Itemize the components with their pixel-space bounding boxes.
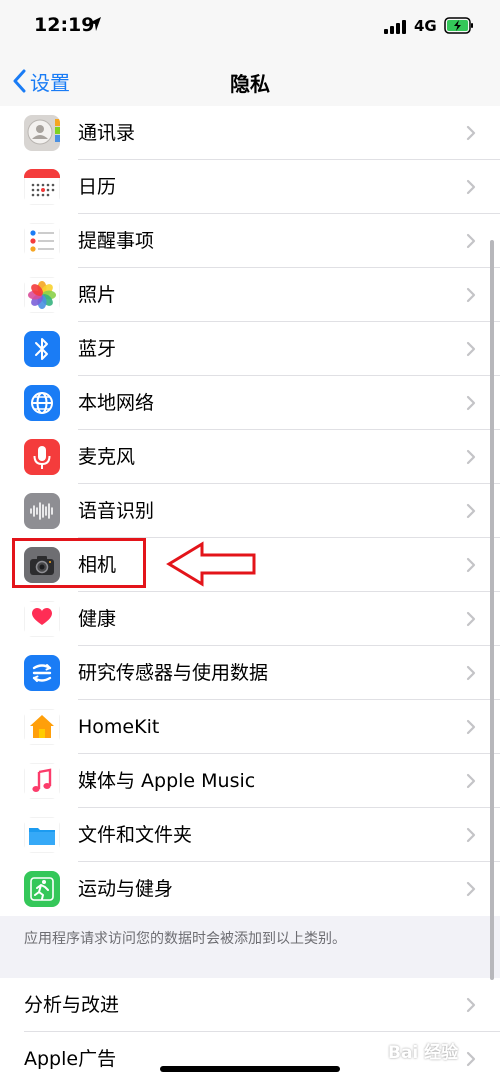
section-footer-note: 应用程序请求访问您的数据时会被添加到以上类别。 (24, 931, 346, 947)
list-item-speech-recognition[interactable]: 语音识别 (0, 484, 500, 538)
chevron-right-icon (466, 179, 476, 195)
item-label: 本地网络 (78, 392, 155, 414)
running-figure-icon (24, 871, 60, 907)
chevron-right-icon (466, 1051, 476, 1067)
list-item-homekit[interactable]: HomeKit (0, 700, 500, 754)
list-item-bluetooth[interactable]: 蓝牙 (0, 322, 500, 376)
reminders-icon (24, 223, 60, 259)
scrollbar[interactable] (490, 240, 494, 980)
signal-icon (384, 20, 406, 34)
item-label: HomeKit (78, 716, 160, 738)
watermark: Bai 经验 (388, 1043, 459, 1063)
item-label: 健康 (78, 608, 117, 630)
chevron-right-icon (466, 881, 476, 897)
chevron-right-icon (466, 611, 476, 627)
chevron-right-icon (466, 503, 476, 519)
home-indicator[interactable] (160, 1066, 340, 1072)
photos-icon (24, 277, 60, 313)
item-label: 照片 (78, 284, 117, 306)
list-item-files[interactable]: 文件和文件夹 (0, 808, 500, 862)
list-item-local-network[interactable]: 本地网络 (0, 376, 500, 430)
item-label: 分析与改进 (24, 994, 120, 1016)
chevron-right-icon (466, 665, 476, 681)
list-item-reminders[interactable]: 提醒事项 (0, 214, 500, 268)
chevron-right-icon (466, 449, 476, 465)
chevron-right-icon (466, 719, 476, 735)
status-bar: 12:19 4G (0, 0, 500, 56)
list-item-apple-music[interactable]: 媒体与 Apple Music (0, 754, 500, 808)
item-label: 运动与健身 (78, 878, 174, 900)
chevron-right-icon (466, 233, 476, 249)
list-item-fitness[interactable]: 运动与健身 (0, 862, 500, 916)
chevron-right-icon (466, 557, 476, 573)
research-sensor-icon (24, 655, 60, 691)
list-item-health[interactable]: 健康 (0, 592, 500, 646)
location-arrow-icon (89, 17, 101, 31)
chevron-right-icon (466, 395, 476, 411)
item-label: 日历 (78, 176, 117, 198)
item-label: 研究传感器与使用数据 (78, 662, 269, 684)
globe-icon (24, 385, 60, 421)
list-item-photos[interactable]: 照片 (0, 268, 500, 322)
chevron-right-icon (466, 125, 476, 141)
waveform-icon (24, 493, 60, 529)
item-label: 媒体与 Apple Music (78, 770, 256, 792)
network-type: 4G (414, 17, 437, 35)
bluetooth-icon (24, 331, 60, 367)
item-label: 蓝牙 (78, 338, 117, 360)
status-time: 12:19 (34, 14, 95, 36)
camera-highlight-box (12, 538, 146, 588)
chevron-right-icon (466, 827, 476, 843)
list-item-research-sensor[interactable]: 研究传感器与使用数据 (0, 646, 500, 700)
list-item-analytics[interactable]: 分析与改进 (0, 978, 500, 1032)
calendar-icon (24, 169, 60, 205)
privacy-list: 通讯录 日历 提醒事项 照片 蓝牙 本地网络 麦克风 语音识别 相机 健康 研究… (0, 106, 500, 916)
item-label: 麦克风 (78, 446, 136, 468)
folder-icon (24, 817, 60, 853)
music-note-icon (24, 763, 60, 799)
item-label: 提醒事项 (78, 230, 155, 252)
chevron-right-icon (466, 773, 476, 789)
home-icon (24, 709, 60, 745)
item-label: 语音识别 (78, 500, 155, 522)
list-item-microphone[interactable]: 麦克风 (0, 430, 500, 484)
item-label: 文件和文件夹 (78, 824, 193, 846)
red-arrow-icon (166, 541, 256, 587)
chevron-right-icon (466, 287, 476, 303)
item-label: Apple广告 (24, 1048, 117, 1070)
item-label: 通讯录 (78, 122, 136, 144)
list-item-calendar[interactable]: 日历 (0, 160, 500, 214)
microphone-icon (24, 439, 60, 475)
chevron-right-icon (466, 341, 476, 357)
page-title: 隐私 (230, 72, 270, 96)
contacts-icon (24, 115, 60, 151)
heart-icon (24, 601, 60, 637)
list-item-contacts[interactable]: 通讯录 (0, 106, 500, 160)
battery-charging-icon (444, 17, 473, 34)
chevron-right-icon (466, 997, 476, 1013)
navigation-bar: 设置 隐私 (0, 56, 500, 107)
